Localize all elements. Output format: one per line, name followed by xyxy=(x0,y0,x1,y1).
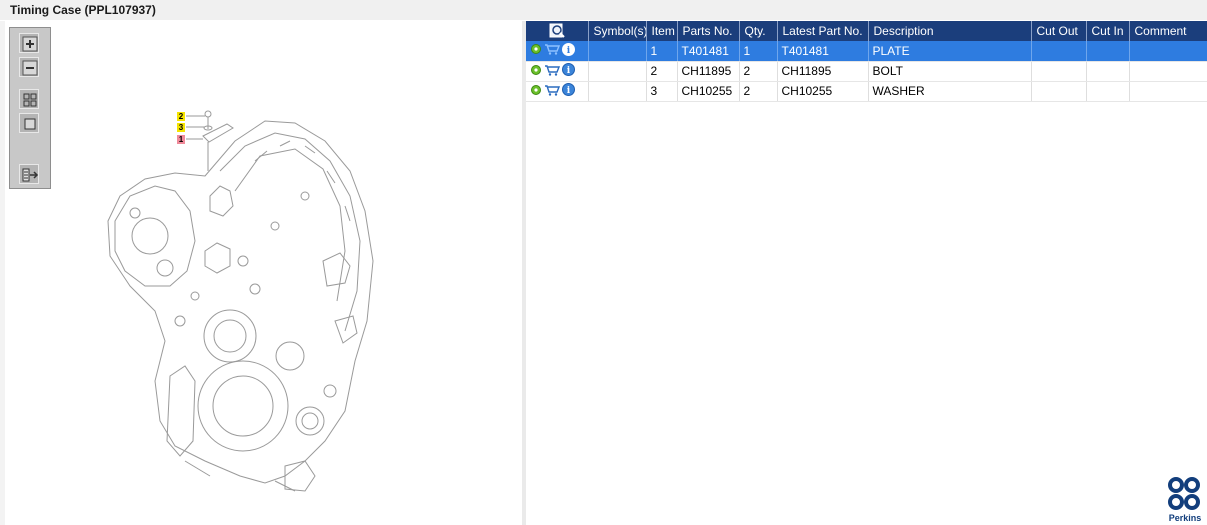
row-actions: i xyxy=(526,61,589,82)
info-icon[interactable]: i xyxy=(562,63,575,79)
window-titlebar: Timing Case (PPL107937) xyxy=(0,0,1207,20)
cell-item: 3 xyxy=(646,81,678,102)
cell-cut-out xyxy=(1031,61,1087,82)
cell-qty: 1 xyxy=(739,41,778,62)
svg-text:i: i xyxy=(567,66,571,76)
cell-qty: 2 xyxy=(739,61,778,82)
cell-symbols xyxy=(588,41,647,62)
perkins-logo-text: Perkins xyxy=(1168,513,1202,523)
perkins-logo-icon xyxy=(1168,477,1200,510)
cell-parts-no: CH10255 xyxy=(677,81,740,102)
gear-icon[interactable] xyxy=(530,84,542,99)
row-actions: i xyxy=(526,81,589,102)
cell-latest-part-no: T401481 xyxy=(777,41,869,62)
cart-icon[interactable] xyxy=(544,64,561,79)
table-row[interactable]: i 3 CH10255 2 CH10255 WASHER xyxy=(526,81,1207,102)
cart-icon[interactable] xyxy=(544,43,561,58)
gear-icon[interactable] xyxy=(530,43,542,58)
cell-symbols xyxy=(588,81,647,102)
window-title: Timing Case (PPL107937) xyxy=(10,3,156,17)
cell-item: 2 xyxy=(646,61,678,82)
cell-cut-in xyxy=(1086,81,1130,102)
column-header-symbols[interactable]: Symbol(s) xyxy=(588,21,647,41)
table-header-row: Symbol(s) Item Parts No. Qty. Latest Par… xyxy=(526,21,1207,41)
cell-description: WASHER xyxy=(868,81,1032,102)
cell-parts-no: CH11895 xyxy=(677,61,740,82)
column-header-parts-no[interactable]: Parts No. xyxy=(677,21,740,41)
column-header-qty[interactable]: Qty. xyxy=(739,21,778,41)
column-header-actions[interactable] xyxy=(526,21,589,41)
cell-cut-in xyxy=(1086,41,1130,62)
cell-symbols xyxy=(588,61,647,82)
search-zoom-icon xyxy=(549,23,565,38)
cell-comment xyxy=(1129,41,1207,62)
column-header-description[interactable]: Description xyxy=(868,21,1032,41)
table-row[interactable]: i 1 T401481 1 T401481 PLATE xyxy=(526,41,1207,62)
cell-cut-in xyxy=(1086,61,1130,82)
gear-icon[interactable] xyxy=(530,64,542,79)
cart-icon[interactable] xyxy=(544,84,561,99)
cell-qty: 2 xyxy=(739,81,778,102)
table-row[interactable]: i 2 CH11895 2 CH11895 BOLT xyxy=(526,61,1207,82)
parts-grid-pane: Symbol(s) Item Parts No. Qty. Latest Par… xyxy=(526,21,1207,525)
column-header-cut-out[interactable]: Cut Out xyxy=(1031,21,1087,41)
column-header-cut-in[interactable]: Cut In xyxy=(1086,21,1130,41)
cell-cut-out xyxy=(1031,81,1087,102)
parts-table: Symbol(s) Item Parts No. Qty. Latest Par… xyxy=(526,21,1207,102)
cell-latest-part-no: CH10255 xyxy=(777,81,869,102)
cell-comment xyxy=(1129,61,1207,82)
column-header-item[interactable]: Item xyxy=(646,21,678,41)
cell-latest-part-no: CH11895 xyxy=(777,61,869,82)
cell-cut-out xyxy=(1031,41,1087,62)
info-icon[interactable]: i xyxy=(562,83,575,99)
cell-item: 1 xyxy=(646,41,678,62)
row-actions: i xyxy=(526,41,589,62)
svg-text:i: i xyxy=(567,46,571,56)
svg-text:i: i xyxy=(567,86,571,96)
cell-description: BOLT xyxy=(868,61,1032,82)
perkins-logo: Perkins xyxy=(1163,476,1205,524)
cell-parts-no: T401481 xyxy=(677,41,740,62)
diagram-pane[interactable]: 2 3 1 xyxy=(5,21,522,525)
cell-comment xyxy=(1129,81,1207,102)
column-header-comment[interactable]: Comment xyxy=(1129,21,1207,41)
cell-description: PLATE xyxy=(868,41,1032,62)
timing-case-drawing xyxy=(107,110,374,492)
info-icon[interactable]: i xyxy=(562,42,575,59)
column-header-latest-part-no[interactable]: Latest Part No. xyxy=(777,21,869,41)
